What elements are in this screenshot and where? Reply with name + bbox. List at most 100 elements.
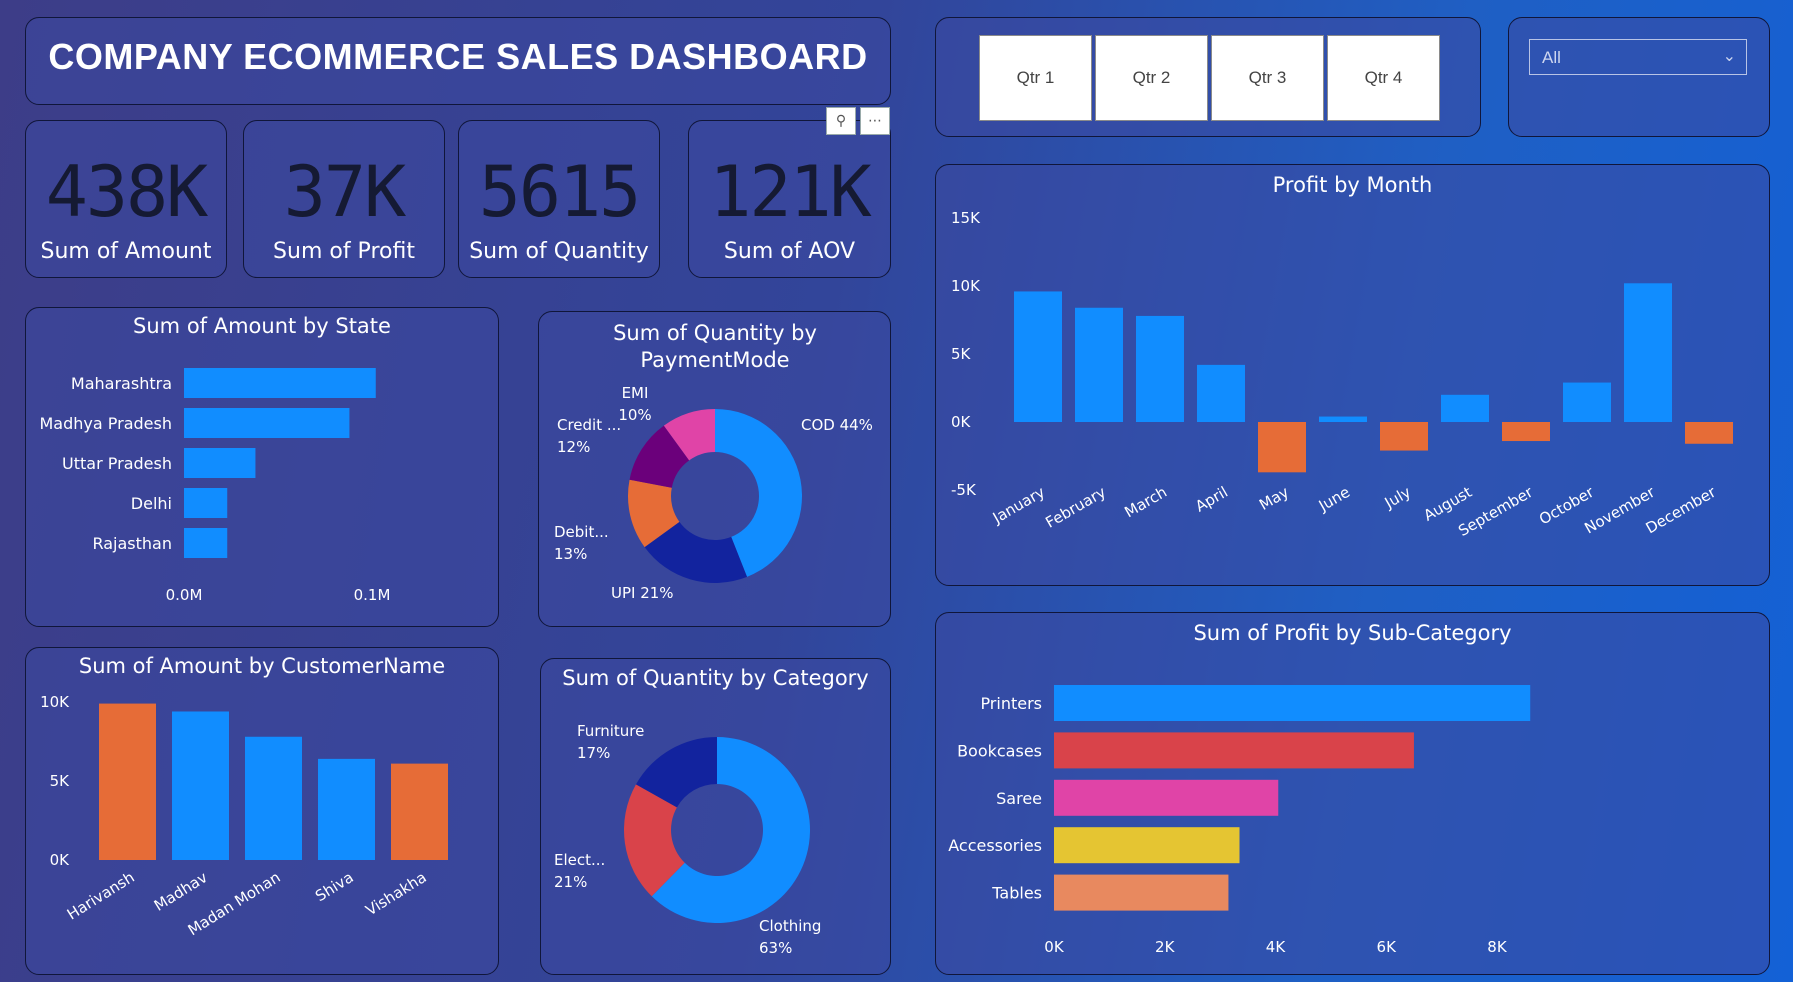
bar <box>1054 685 1531 721</box>
slice-value-label: 63% <box>759 939 792 957</box>
qtr-1-button[interactable]: Qtr 1 <box>979 35 1092 121</box>
kpi-value: 37K <box>283 151 406 233</box>
bar <box>184 368 376 398</box>
x-tick-label: June <box>1315 483 1353 515</box>
pin-icon[interactable]: ⚲ <box>826 107 856 135</box>
filter-slicer: All ⌄ <box>1508 17 1770 137</box>
bar <box>184 408 350 438</box>
bar <box>184 528 228 558</box>
chart-quantity-by-category: Sum of Quantity by Category Clothing 63% E… <box>540 658 891 975</box>
qtr-3-button[interactable]: Qtr 3 <box>1211 35 1324 121</box>
y-tick-label: 5K <box>50 772 71 790</box>
y-tick-label: 0K <box>951 413 972 431</box>
more-options-icon[interactable]: ⋯ <box>860 107 890 135</box>
category-label: Delhi <box>131 494 172 513</box>
category-label: Accessories <box>948 836 1042 855</box>
slice-value-label: 17% <box>577 744 610 762</box>
bar <box>1624 283 1672 422</box>
x-tick-label: March <box>1121 483 1170 521</box>
chevron-down-icon[interactable]: ⌄ <box>1723 46 1736 66</box>
chart-profit-by-month: Profit by Month -5K 0K 5K 10K 15K January Febr… <box>935 164 1770 586</box>
category-label: Saree <box>996 789 1042 808</box>
bar <box>318 758 375 860</box>
x-tick-label: 2K <box>1155 938 1176 956</box>
bar <box>1136 315 1184 422</box>
x-tick-label: 6K <box>1377 938 1398 956</box>
qtr-4-button[interactable]: Qtr 4 <box>1327 35 1440 121</box>
slice-label: Furniture <box>577 722 644 740</box>
y-tick-label: 10K <box>40 693 70 711</box>
x-tick-label: 0K <box>1044 938 1065 956</box>
bar <box>1258 422 1306 473</box>
x-tick-label: 4K <box>1266 938 1287 956</box>
bar <box>99 703 156 860</box>
x-tick-label: 0.0M <box>166 586 203 604</box>
bar <box>184 448 256 478</box>
category-label: Bookcases <box>957 741 1042 760</box>
profit-by-subcategory-plot: Printers Bookcases Saree Accessories Tables 0… <box>948 685 1531 956</box>
slice-label: Elect... <box>554 851 605 869</box>
x-tick-label: Harivansh <box>64 868 138 923</box>
bar <box>245 736 302 860</box>
chart-profit-by-subcategory: Sum of Profit by Sub-Category Printers Bo… <box>935 612 1770 975</box>
bar <box>1075 307 1123 422</box>
y-tick-label: 0K <box>50 851 71 869</box>
kpi-label: Sum of AOV <box>723 239 856 264</box>
x-tick-label: February <box>1042 483 1109 532</box>
slice-value-label: COD 44% <box>801 416 873 434</box>
slice-label: EMI <box>622 384 649 402</box>
category-label: Tables <box>991 884 1042 903</box>
bar <box>1563 382 1611 422</box>
amount-by-state-plot: Maharashtra Madhya Pradesh Uttar Pradesh De… <box>40 368 391 604</box>
x-tick-label: July <box>1381 483 1414 513</box>
quarter-slicer: Qtr 1 Qtr 2 Qtr 3 Qtr 4 <box>935 17 1481 137</box>
x-tick-label: 0.1M <box>354 586 391 604</box>
slice-label: Clothing <box>759 917 821 935</box>
kpi-label: Sum of Amount <box>40 239 212 264</box>
x-tick-label: May <box>1256 483 1292 514</box>
chart-quantity-by-paymentmode: Sum of Quantity by PaymentMode COD 44% UP… <box>538 311 891 627</box>
bar <box>1014 291 1062 422</box>
bar <box>1685 422 1733 444</box>
bar <box>1054 732 1414 769</box>
bar <box>1380 422 1428 451</box>
chart-amount-by-state: Sum of Amount by State Maharashtra Madhya… <box>25 307 499 627</box>
bar <box>1054 779 1279 816</box>
kpi-card-amount: 438K Sum of Amount <box>25 120 227 278</box>
slice-value-label: 13% <box>554 545 587 563</box>
x-tick-label: January <box>989 483 1048 528</box>
paymentmode-donut: COD 44% UPI 21% Debit... 13% Credit ... 12% EM… <box>554 384 873 602</box>
bar <box>1502 422 1550 442</box>
filter-dropdown[interactable]: All ⌄ <box>1529 39 1747 75</box>
profit-by-month-plot: -5K 0K 5K 10K 15K JanuaryFebruary March April Ma… <box>951 209 1733 540</box>
y-tick-label: 15K <box>951 209 981 227</box>
x-tick-label: December <box>1643 482 1720 537</box>
filter-selected-value: All <box>1542 48 1561 67</box>
y-tick-label: 5K <box>951 345 972 363</box>
y-tick-label: -5K <box>951 481 977 499</box>
bar <box>391 763 448 860</box>
y-tick-label: 10K <box>951 277 981 295</box>
x-tick-label: Shiva <box>312 868 357 905</box>
category-donut: Clothing 63% Elect... 21% Furniture 17% <box>554 722 821 957</box>
x-tick-label: 8K <box>1487 938 1508 956</box>
kpi-value: 121K <box>709 151 872 233</box>
category-label: Maharashtra <box>71 374 172 393</box>
slice-value-label: UPI 21% <box>611 584 674 602</box>
category-label: Printers <box>980 694 1042 713</box>
kpi-label: Sum of Quantity <box>469 239 649 264</box>
bar <box>1319 416 1367 422</box>
x-tick-label: Madhav <box>151 868 211 915</box>
bar <box>1441 394 1489 422</box>
kpi-card-profit: 37K Sum of Profit <box>243 120 445 278</box>
bar <box>184 488 228 518</box>
title-panel: COMPANY ECOMMERCE SALES DASHBOARD <box>25 17 891 105</box>
qtr-2-button[interactable]: Qtr 2 <box>1095 35 1208 121</box>
slice-label: Credit ... <box>557 416 621 434</box>
kpi-label: Sum of Profit <box>273 239 415 264</box>
amount-by-customer-plot: 0K5K10KHarivansh MadhavMadan Mohan Shiva Vi… <box>40 693 448 939</box>
category-label: Uttar Pradesh <box>62 454 172 473</box>
slice-value-label: 21% <box>554 873 587 891</box>
bar <box>1054 827 1240 864</box>
x-tick-label: Vishakha <box>362 868 429 919</box>
